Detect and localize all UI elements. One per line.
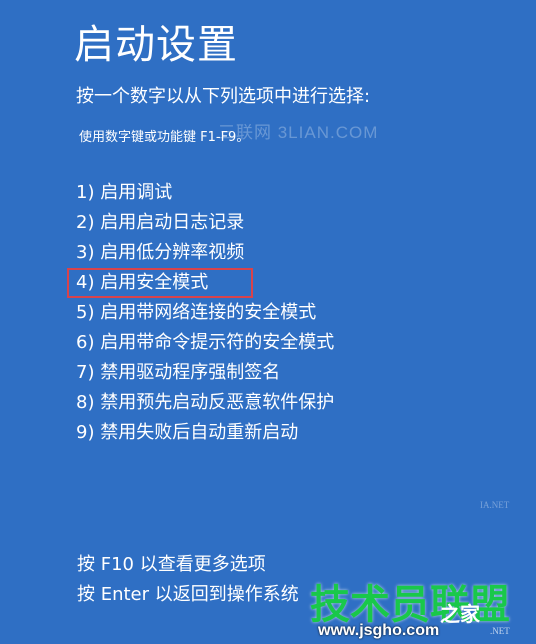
- option-disable-auto-restart[interactable]: 9) 禁用失败后自动重新启动: [76, 418, 334, 448]
- instruction-text: 按一个数字以从下列选项中进行选择:: [76, 86, 371, 107]
- watermark-site: www.jsgho.com: [318, 622, 440, 639]
- watermark-brand: 之家: [440, 602, 480, 626]
- startup-options-list: 1) 启用调试 2) 启用启动日志记录 3) 启用低分辨率视频 4) 启用安全模…: [66, 178, 334, 448]
- option-safe-mode-networking[interactable]: 5) 启用带网络连接的安全模式: [76, 298, 334, 328]
- option-safe-mode-command-prompt[interactable]: 6) 启用带命令提示符的安全模式: [76, 328, 334, 358]
- footer: 按 F10 以查看更多选项 按 Enter 以返回到操作系统: [77, 550, 299, 610]
- option-disable-early-antimalware[interactable]: 8) 禁用预先启动反恶意软件保护: [76, 388, 334, 418]
- option-enable-low-resolution-video[interactable]: 3) 启用低分辨率视频: [76, 238, 334, 268]
- watermark-net: .NET: [490, 626, 510, 636]
- return-to-os-hint[interactable]: 按 Enter 以返回到操作系统: [77, 580, 299, 610]
- more-options-hint[interactable]: 按 F10 以查看更多选项: [77, 550, 299, 580]
- watermark-small-text: IA.NET: [480, 500, 510, 510]
- option-enable-debugging[interactable]: 1) 启用调试: [76, 178, 334, 208]
- page-title: 启动设置: [74, 22, 238, 68]
- watermark-text: 三联网 3LIAN.COM: [218, 123, 379, 142]
- option-enable-safe-mode[interactable]: 4) 启用安全模式: [66, 268, 334, 298]
- option-disable-driver-signature[interactable]: 7) 禁用驱动程序强制签名: [76, 358, 334, 388]
- option-enable-boot-logging[interactable]: 2) 启用启动日志记录: [76, 208, 334, 238]
